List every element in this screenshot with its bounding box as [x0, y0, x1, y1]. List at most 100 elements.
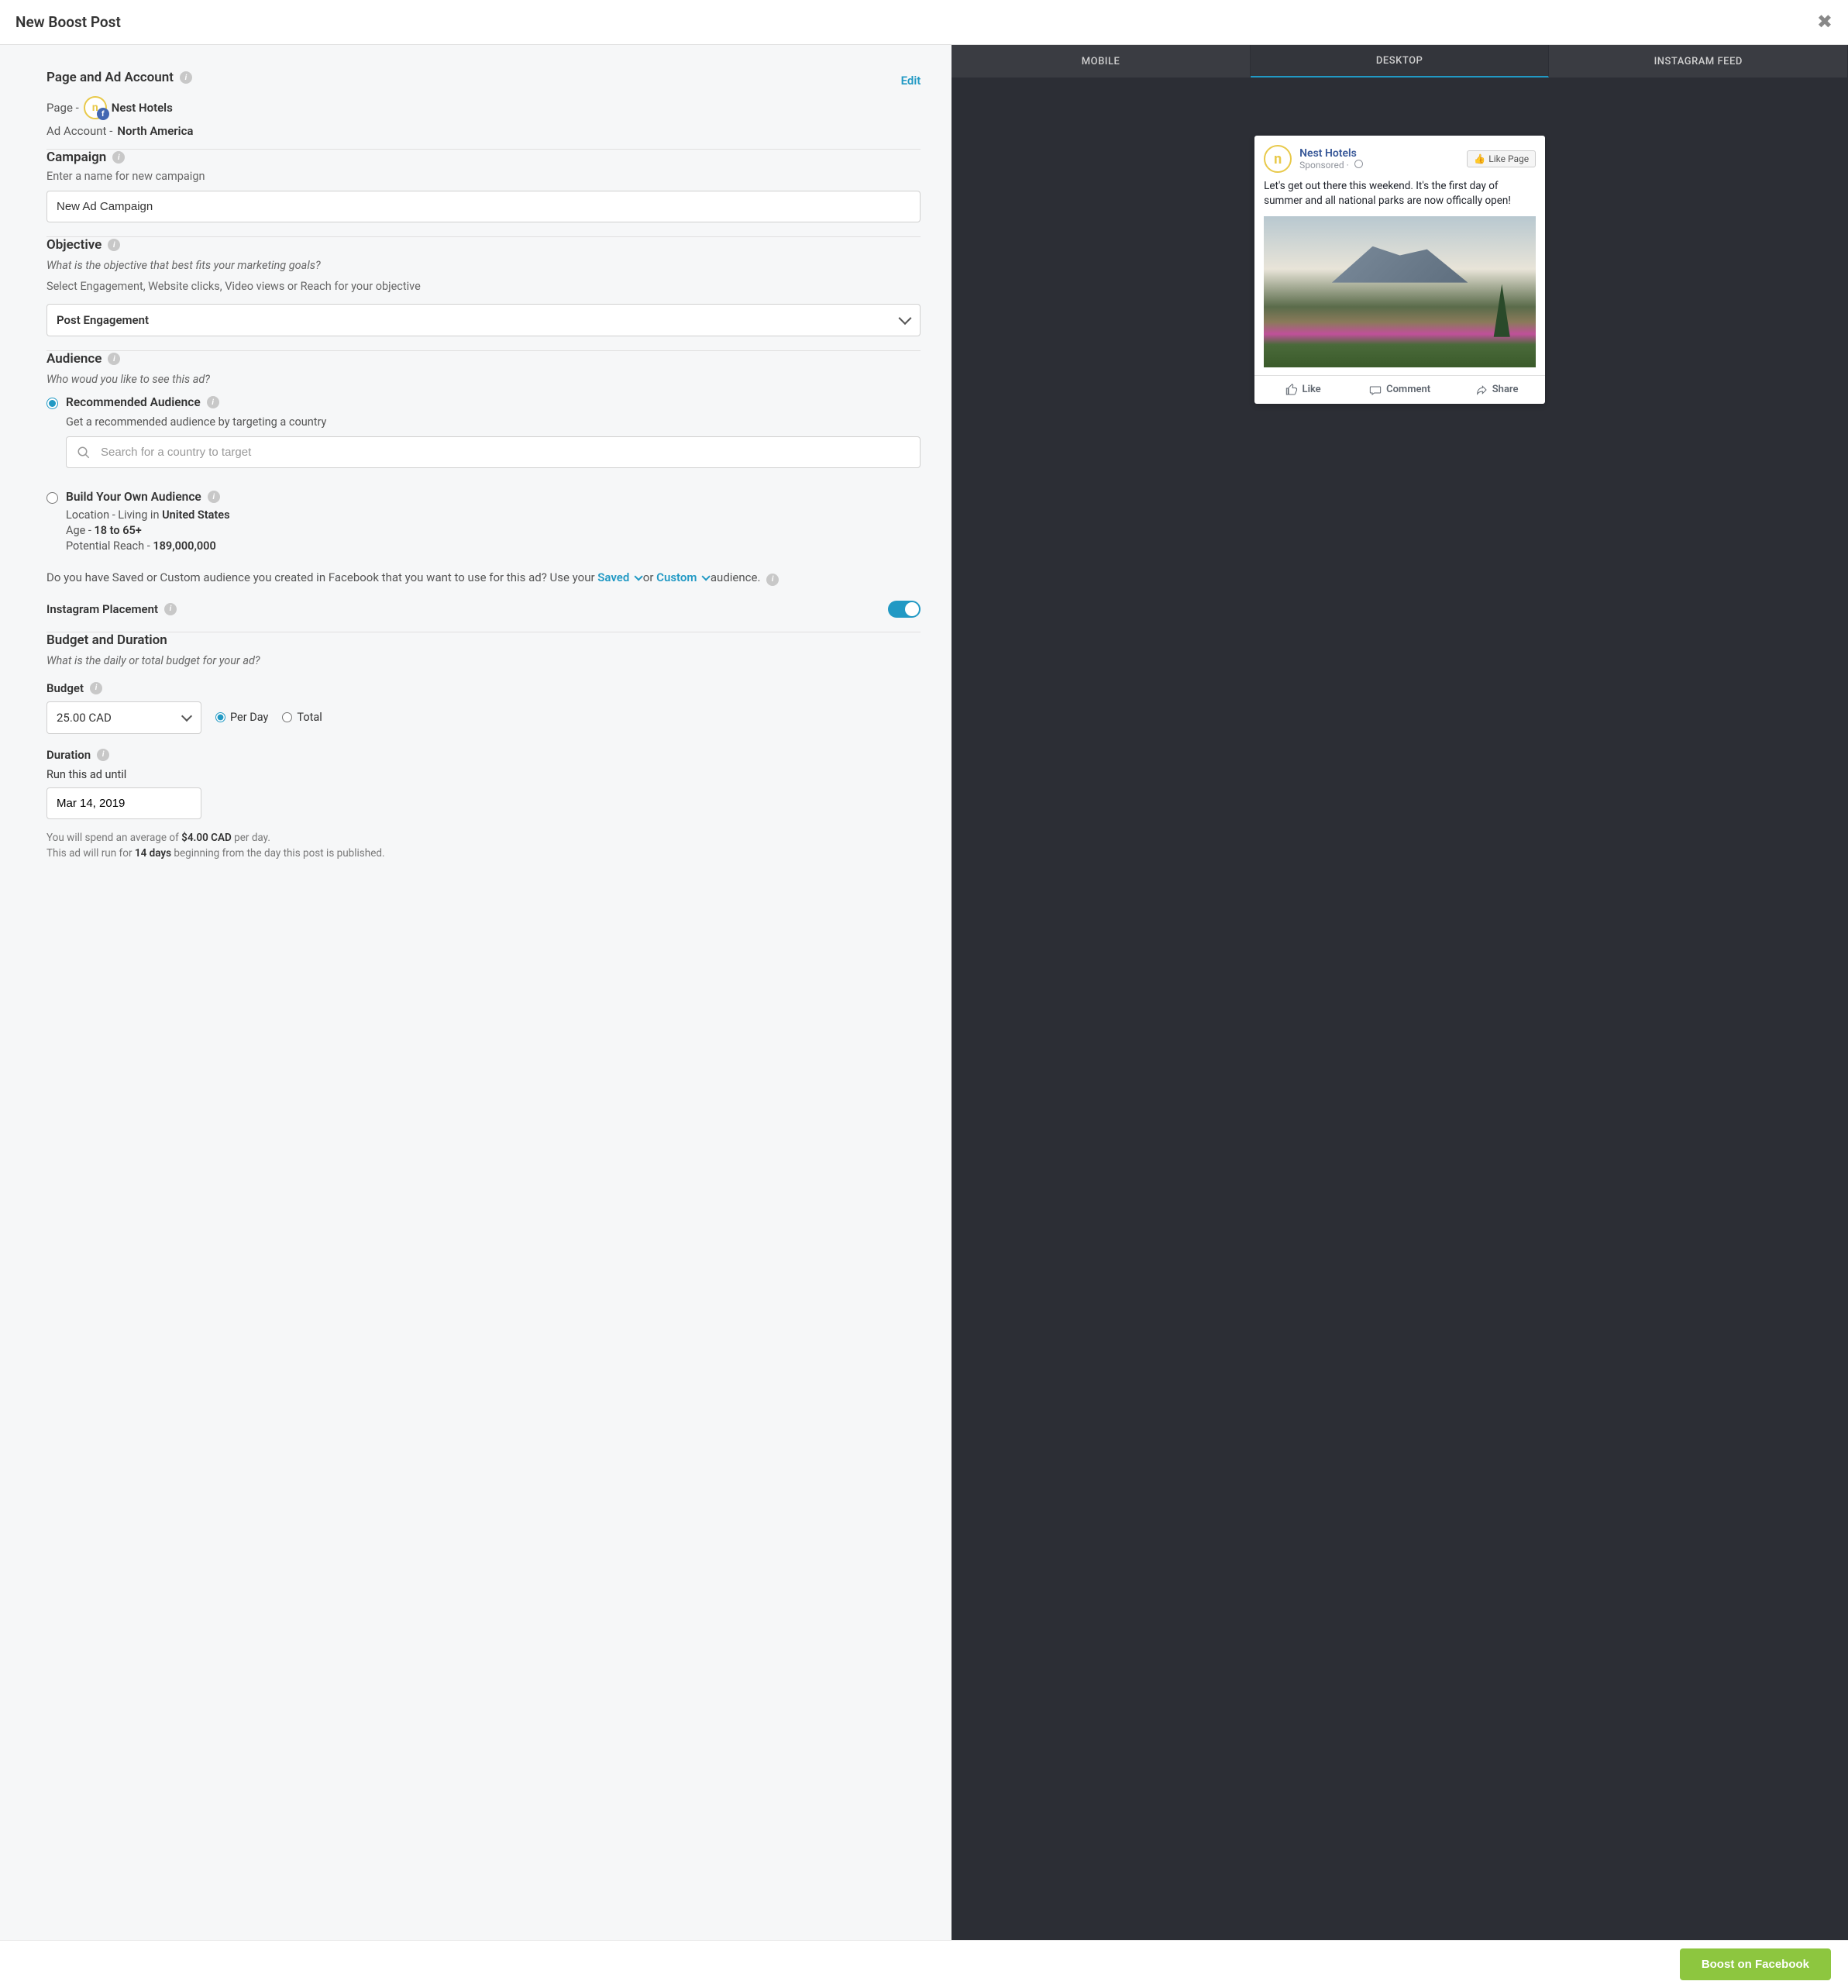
audience-section: Audience i Who woud you like to see this…	[46, 351, 921, 632]
build-radio[interactable]	[46, 492, 58, 504]
foot2a: This ad will run for	[46, 847, 135, 860]
info-icon[interactable]: i	[97, 749, 109, 761]
saved-link[interactable]: Saved	[597, 570, 640, 584]
campaign-hint: Enter a name for new campaign	[46, 170, 921, 183]
saved-custom-text: Do you have Saved or Custom audience you…	[46, 569, 921, 587]
info-icon[interactable]: i	[180, 71, 192, 84]
comment-icon	[1369, 384, 1382, 396]
duration-label-text: Duration	[46, 748, 91, 762]
page-name: Nest Hotels	[112, 101, 173, 115]
end-date-input[interactable]	[46, 787, 201, 819]
per-day-radio[interactable]	[215, 712, 225, 722]
preview-page-name[interactable]: Nest Hotels	[1299, 147, 1467, 160]
like-action[interactable]: Like	[1254, 376, 1351, 404]
preview-post-image	[1264, 216, 1536, 367]
info-icon[interactable]: i	[766, 574, 779, 586]
campaign-name-input[interactable]	[46, 191, 921, 222]
preview-meta: Nest Hotels Sponsored ·	[1299, 147, 1467, 171]
budget-label-text: Budget	[46, 681, 84, 695]
budget-select-wrap: 25.00 CAD	[46, 701, 201, 734]
instagram-placement-label: Instagram Placement i	[46, 602, 177, 616]
country-search-input[interactable]	[66, 436, 921, 468]
recommended-label-text: Recommended Audience	[66, 395, 201, 409]
reach-prefix: Potential Reach -	[66, 539, 150, 553]
budget-section-title-text: Budget and Duration	[46, 632, 167, 648]
total-option[interactable]: Total	[282, 711, 322, 724]
build-label: Build Your Own Audience i	[66, 490, 220, 504]
audience-title-text: Audience	[46, 351, 102, 367]
tab-instagram[interactable]: INSTAGRAM FEED	[1549, 45, 1848, 78]
info-icon[interactable]: i	[164, 603, 177, 615]
page-account-title: Page and Ad Account i	[46, 70, 192, 85]
ad-account-name: North America	[117, 124, 193, 138]
budget-amount-select[interactable]: 25.00 CAD	[46, 701, 201, 734]
ad-account-prefix: Ad Account -	[46, 124, 112, 138]
budget-row: 25.00 CAD Per Day Total	[46, 701, 921, 734]
page-avatar: nf	[84, 96, 107, 119]
custom-link[interactable]: Custom	[656, 570, 707, 584]
objective-title-text: Objective	[46, 237, 102, 253]
facebook-badge-icon: f	[97, 108, 109, 120]
info-icon[interactable]: i	[108, 239, 120, 251]
info-icon[interactable]: i	[208, 491, 220, 503]
instagram-placement-row: Instagram Placement i	[46, 601, 921, 618]
modal-title: New Boost Post	[15, 13, 121, 31]
ad-account-row: Ad Account - North America	[46, 124, 921, 138]
tab-mobile[interactable]: MOBILE	[952, 45, 1251, 78]
build-label-text: Build Your Own Audience	[66, 490, 201, 504]
edit-link[interactable]: Edit	[901, 74, 921, 88]
recommended-desc: Get a recommended audience by targeting …	[66, 415, 921, 429]
foot2c: beginning from the day this post is publ…	[171, 847, 384, 860]
page-account-title-text: Page and Ad Account	[46, 70, 174, 85]
thumbs-up-icon: 👍	[1474, 153, 1485, 164]
comment-action[interactable]: Comment	[1351, 376, 1448, 404]
instagram-toggle[interactable]	[888, 601, 921, 618]
objective-select[interactable]: Post Engagement	[46, 304, 921, 336]
like-icon	[1285, 384, 1298, 396]
objective-section: Objective i What is the objective that b…	[46, 237, 921, 351]
info-icon[interactable]: i	[90, 682, 102, 694]
age-prefix: Age -	[66, 524, 91, 537]
saved-or: or	[643, 570, 656, 584]
budget-section-title: Budget and Duration	[46, 632, 921, 648]
modal-header: New Boost Post ✖	[0, 0, 1848, 45]
foot1a: You will spend an average of	[46, 832, 181, 844]
foot2b: 14 days	[135, 847, 171, 860]
like-page-button[interactable]: 👍 Like Page	[1467, 150, 1536, 167]
recommended-label: Recommended Audience i	[66, 395, 219, 409]
tab-desktop[interactable]: DESKTOP	[1251, 45, 1550, 78]
per-day-option[interactable]: Per Day	[215, 711, 268, 724]
total-radio[interactable]	[282, 712, 292, 722]
foot1b: $4.00 CAD	[181, 832, 232, 844]
info-icon[interactable]: i	[207, 396, 219, 408]
globe-icon	[1354, 160, 1363, 168]
location-detail: Location - Living in United States	[66, 508, 921, 522]
reach-detail: Potential Reach - 189,000,000	[66, 539, 921, 553]
budget-footnote: You will spend an average of $4.00 CAD p…	[46, 830, 921, 862]
objective-hint: Select Engagement, Website clicks, Video…	[46, 280, 921, 293]
preview-post-text: Let's get out there this weekend. It's t…	[1254, 179, 1545, 216]
info-icon[interactable]: i	[108, 353, 120, 365]
boost-button[interactable]: Boost on Facebook	[1680, 1948, 1831, 1980]
objective-select-wrap: Post Engagement	[46, 304, 921, 336]
modal-footer: Boost on Facebook	[0, 1940, 1848, 1988]
preview-panel: MOBILE DESKTOP INSTAGRAM FEED n Nest Hot…	[952, 45, 1848, 1940]
preview-wrap: n Nest Hotels Sponsored · 👍 Like Page Le…	[952, 78, 1848, 1940]
like-page-text: Like Page	[1488, 153, 1529, 164]
preview-actions: Like Comment Share	[1254, 375, 1545, 404]
build-audience-option[interactable]: Build Your Own Audience i	[46, 490, 921, 504]
saved-text-2: audience.	[711, 570, 761, 584]
custom-link-text: Custom	[656, 570, 697, 584]
preview-sponsored: Sponsored ·	[1299, 160, 1467, 171]
share-action[interactable]: Share	[1448, 376, 1545, 404]
ig-label-text: Instagram Placement	[46, 602, 158, 616]
age-value: 18 to 65+	[95, 524, 142, 537]
info-icon[interactable]: i	[112, 151, 125, 164]
search-icon	[77, 446, 91, 460]
preview-tabs: MOBILE DESKTOP INSTAGRAM FEED	[952, 45, 1848, 78]
recommended-audience-option[interactable]: Recommended Audience i	[46, 395, 921, 409]
close-button[interactable]: ✖	[1817, 11, 1833, 33]
recommended-radio[interactable]	[46, 398, 58, 409]
like-text: Like	[1303, 384, 1321, 395]
location-prefix: Location - Living in	[66, 508, 159, 522]
